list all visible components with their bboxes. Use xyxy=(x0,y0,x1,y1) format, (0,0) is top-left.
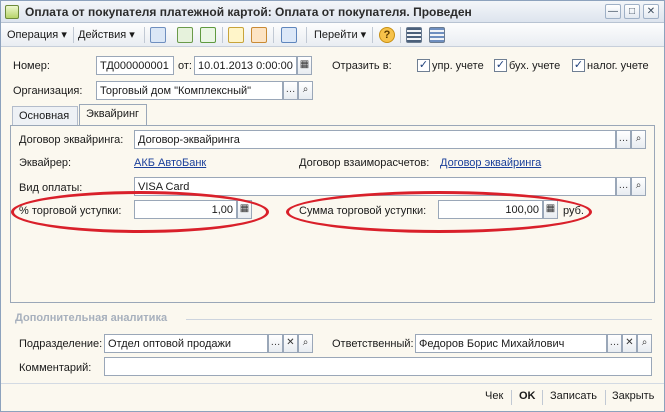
help-icon[interactable]: ? xyxy=(379,27,395,43)
receipt-button[interactable]: Чек xyxy=(485,390,503,402)
payment-type-search-icon[interactable]: ⌕ xyxy=(631,177,646,196)
currency-label: руб. xyxy=(563,205,584,217)
comment-label: Комментарий: xyxy=(19,362,92,374)
payment-type-select-button[interactable]: … xyxy=(616,177,631,196)
department-label: Подразделение: xyxy=(19,338,103,350)
date-from-label: от: xyxy=(178,60,192,72)
acquiring-contract-field[interactable]: Договор-эквайринга xyxy=(134,130,616,149)
footer-bar: Чек OK Записать Закрыть xyxy=(1,383,664,411)
acquiring-contract-label: Договор эквайринга: xyxy=(19,134,124,146)
settings-list-icon[interactable] xyxy=(429,27,445,43)
tax-accounting-checkbox[interactable]: ✓ xyxy=(572,59,585,72)
tax-accounting-label: налог. учете xyxy=(587,60,649,72)
close-window-button[interactable]: ✕ xyxy=(643,4,659,19)
settlement-contract-link[interactable]: Договор эквайринга xyxy=(440,157,541,169)
discount-sum-field[interactable]: 100,00 xyxy=(438,200,543,219)
additional-analytics-title: Дополнительная аналитика xyxy=(15,312,168,324)
toolbar-separator xyxy=(306,27,307,43)
tab-main[interactable]: Основная xyxy=(12,106,78,125)
structure-icon[interactable] xyxy=(251,27,267,43)
window-title: Оплата от покупателя платежной картой: О… xyxy=(25,5,472,19)
responsible-label: Ответственный: xyxy=(332,338,414,350)
footer-separator xyxy=(542,390,543,405)
responsible-select-button[interactable]: … xyxy=(607,334,622,353)
toolbar-separator xyxy=(372,27,373,43)
post-and-close-icon[interactable] xyxy=(150,27,166,43)
organization-search-icon[interactable]: ⌕ xyxy=(298,81,313,100)
discount-percent-field[interactable]: 1,00 xyxy=(134,200,237,219)
accounting-label: бух. учете xyxy=(509,60,561,72)
responsible-field[interactable]: Федоров Борис Михайлович xyxy=(415,334,607,353)
settlement-contract-label: Договор взаиморасчетов: xyxy=(299,157,430,169)
minimize-button[interactable]: — xyxy=(605,4,621,19)
contract-search-icon[interactable]: ⌕ xyxy=(631,130,646,149)
date-field[interactable]: 10.01.2013 0:00:00 xyxy=(194,56,297,75)
toolbar-separator xyxy=(273,27,274,43)
payment-type-label: Вид оплаты: xyxy=(19,182,83,194)
document-window: Оплата от покупателя платежной картой: О… xyxy=(0,0,665,412)
discount-percent-label: % торговой уступки: xyxy=(19,205,122,217)
department-search-icon[interactable]: ⌕ xyxy=(298,334,313,353)
calendar-icon[interactable]: ▦ xyxy=(297,56,312,75)
discount-sum-label: Сумма торговой уступки: xyxy=(299,205,427,217)
tab-acquiring[interactable]: Эквайринг xyxy=(79,104,147,126)
number-label: Номер: xyxy=(13,60,50,72)
list-icon[interactable] xyxy=(406,27,422,43)
close-button[interactable]: Закрыть xyxy=(612,390,654,402)
number-field[interactable]: ТД000000001 xyxy=(96,56,174,75)
responsible-search-icon[interactable]: ⌕ xyxy=(637,334,652,353)
organization-label: Организация: xyxy=(13,85,83,97)
document-icon xyxy=(5,5,19,19)
save-button[interactable]: Записать xyxy=(550,390,597,402)
acquirer-label: Эквайрер: xyxy=(19,157,72,169)
operation-menu[interactable]: Операция ▾ xyxy=(7,26,67,44)
footer-separator xyxy=(605,390,606,405)
department-select-button[interactable]: … xyxy=(268,334,283,353)
department-clear-icon[interactable]: ✕ xyxy=(283,334,298,353)
mgmt-accounting-label: упр. учете xyxy=(432,60,484,72)
section-divider xyxy=(186,319,652,320)
goto-menu[interactable]: Перейти ▾ xyxy=(314,26,366,44)
create-based-on-icon[interactable] xyxy=(228,27,244,43)
mgmt-accounting-checkbox[interactable]: ✓ xyxy=(417,59,430,72)
organization-select-button[interactable]: … xyxy=(283,81,298,100)
reflect-in-label: Отразить в: xyxy=(332,60,392,72)
accounting-checkbox[interactable]: ✓ xyxy=(494,59,507,72)
title-bar: Оплата от покупателя платежной картой: О… xyxy=(1,1,664,23)
maximize-button[interactable]: □ xyxy=(624,4,640,19)
department-field[interactable]: Отдел оптовой продажи xyxy=(104,334,268,353)
responsible-clear-icon[interactable]: ✕ xyxy=(622,334,637,353)
acquirer-link[interactable]: АКБ АвтоБанк xyxy=(134,157,206,169)
toolbar-separator xyxy=(400,27,401,43)
actions-menu[interactable]: Действия ▾ xyxy=(78,26,135,44)
toolbar: Операция ▾ Действия ▾ Перейти ▾ ? xyxy=(1,23,664,47)
footer-separator xyxy=(511,390,512,405)
post-icon[interactable] xyxy=(177,27,193,43)
calculator-icon[interactable]: ▦ xyxy=(543,200,558,219)
payment-type-field[interactable]: VISA Card xyxy=(134,177,616,196)
toolbar-separator xyxy=(222,27,223,43)
toolbar-separator xyxy=(144,27,145,43)
contract-select-button[interactable]: … xyxy=(616,130,631,149)
toolbar-separator xyxy=(73,27,74,43)
ok-button[interactable]: OK xyxy=(519,390,536,402)
organization-field[interactable]: Торговый дом "Комплексный" xyxy=(96,81,283,100)
copy-icon[interactable] xyxy=(200,27,216,43)
comment-field[interactable] xyxy=(104,357,652,376)
calculator-icon[interactable]: ▦ xyxy=(237,200,252,219)
goto-arrow-icon[interactable] xyxy=(281,27,297,43)
